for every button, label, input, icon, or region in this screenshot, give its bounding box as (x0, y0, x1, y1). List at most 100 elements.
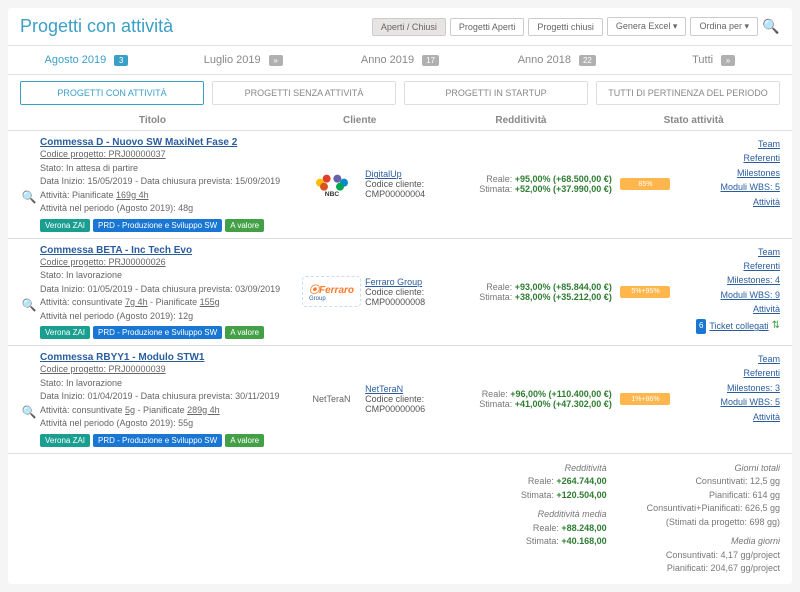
btn-progetti-aperti[interactable]: Progetti Aperti (450, 18, 525, 36)
project-dates: Data Inizio: 01/04/2019 - Data chiusura … (40, 390, 298, 404)
project-stato: Stato: In lavorazione (40, 269, 298, 283)
link-moduli-wbs[interactable]: Moduli WBS: 9 (679, 288, 780, 302)
col-redditivita: Redditività (435, 115, 608, 126)
tag-location[interactable]: Verona ZAI (40, 434, 90, 447)
table-header: Titolo Cliente Redditività Stato attivit… (8, 111, 792, 131)
prof-reale: +96,00% (+110.400,00 €) (510, 389, 612, 399)
link-moduli-wbs[interactable]: Moduli WBS: 5 (679, 395, 780, 409)
link-referenti[interactable]: Referenti (679, 259, 780, 273)
prof-stimata: +41,00% (+47.302,00 €) (515, 399, 612, 409)
client-name[interactable]: DigitalUp (365, 169, 443, 179)
project-code: Codice progetto: PRJ00000037 (40, 148, 298, 162)
btn-aperti-chiusi[interactable]: Aperti / Chiusi (372, 18, 446, 36)
tag-valore[interactable]: A valore (225, 434, 264, 447)
prof-reale: +93,00% (+85.844,00 €) (515, 282, 612, 292)
project-attivita: Attività: Pianificate 169g 4h (40, 189, 298, 203)
project-row: 🔍Commessa RBYY1 - Modulo STW1Codice prog… (8, 346, 792, 454)
project-attivita: Attività: consuntivate 5g - Pianificate … (40, 404, 298, 418)
prof-stimata: +38,00% (+35.212,00 €) (515, 292, 612, 302)
client-name[interactable]: Ferraro Group (365, 277, 443, 287)
page-title: Progetti con attività (20, 16, 173, 37)
project-stato: Stato: In lavorazione (40, 377, 298, 391)
link-attivita[interactable]: Attività (679, 195, 780, 209)
project-links: TeamReferentiMilestones: 3Moduli WBS: 5A… (679, 352, 780, 424)
filter-con-attivita[interactable]: PROGETTI CON ATTIVITÀ (20, 81, 204, 105)
tag-location[interactable]: Verona ZAI (40, 219, 90, 232)
tag-prd[interactable]: PRD - Produzione e Sviluppo SW (93, 434, 222, 447)
project-name[interactable]: Commessa BETA - Inc Tech Evo (40, 245, 298, 256)
project-row: 🔍Commessa D - Nuovo SW MaxiNet Fase 2Cod… (8, 131, 792, 239)
link-referenti[interactable]: Referenti (679, 151, 780, 165)
link-attivita[interactable]: Attività (679, 302, 780, 316)
progress-bar: 1%+86% (620, 393, 670, 405)
link-referenti[interactable]: Referenti (679, 366, 780, 380)
filter-tutti-periodo[interactable]: TUTTI DI PERTINENZA DEL PERIODO (596, 81, 780, 105)
link-team[interactable]: Team (679, 352, 780, 366)
progress-bar: 85% (620, 178, 670, 190)
client-code-label: Codice cliente: (365, 394, 443, 404)
btn-ordina-per[interactable]: Ordina per ▾ (690, 17, 758, 36)
project-row: 🔍Commessa BETA - Inc Tech EvoCodice prog… (8, 239, 792, 347)
link-team[interactable]: Team (679, 245, 780, 259)
project-links: TeamReferentiMilestones: 4Moduli WBS: 9A… (679, 245, 780, 335)
client-code: CMP00000004 (365, 189, 443, 199)
tab-agosto-2019[interactable]: Agosto 20193 (8, 46, 165, 74)
link-milestones[interactable]: Milestones (679, 166, 780, 180)
link-moduli-wbs[interactable]: Moduli WBS: 5 (679, 180, 780, 194)
summary-redditivita: Redditività Reale: +264.744,00 Stimata: … (521, 462, 607, 576)
magnify-icon[interactable]: 🔍 (20, 137, 38, 232)
tag-valore[interactable]: A valore (225, 219, 264, 232)
client-name[interactable]: NetTeraN (365, 384, 443, 394)
project-dates: Data Inizio: 01/05/2019 - Data chiusura … (40, 283, 298, 297)
tab-anno-2019[interactable]: Anno 201917 (322, 46, 479, 74)
tag-location[interactable]: Verona ZAI (40, 326, 90, 339)
tab-luglio-2019[interactable]: Luglio 2019» (165, 46, 322, 74)
summary-giorni: Giorni totali Consuntivati: 12,5 gg Pian… (647, 462, 780, 576)
link-team[interactable]: Team (679, 137, 780, 151)
link-milestones[interactable]: Milestones: 3 (679, 381, 780, 395)
period-tabs: Agosto 20193 Luglio 2019» Anno 201917 An… (8, 45, 792, 75)
summary-footer: Redditività Reale: +264.744,00 Stimata: … (8, 454, 792, 584)
prof-reale: +95,00% (+68.500,00 €) (515, 174, 612, 184)
project-tags: Verona ZAIPRD - Produzione e Sviluppo SW… (40, 326, 298, 339)
link-attivita[interactable]: Attività (679, 410, 780, 424)
prof-stimata: +52,00% (+37.990,00 €) (515, 184, 612, 194)
sort-icon[interactable]: ⇅ (772, 318, 780, 334)
client-code: CMP00000006 (365, 404, 443, 414)
client-code-label: Codice cliente: (365, 287, 443, 297)
tag-prd[interactable]: PRD - Produzione e Sviluppo SW (93, 326, 222, 339)
project-code: Codice progetto: PRJ00000026 (40, 256, 298, 270)
col-stato: Stato attività (607, 115, 780, 126)
project-periodo: Attività nel periodo (Agosto 2019): 12g (40, 310, 298, 324)
magnify-icon[interactable]: 🔍 (20, 245, 38, 340)
tag-valore[interactable]: A valore (225, 326, 264, 339)
client-code: CMP00000008 (365, 297, 443, 307)
project-code: Codice progetto: PRJ00000039 (40, 363, 298, 377)
tab-tutti[interactable]: Tutti» (635, 46, 792, 74)
filter-senza-attivita[interactable]: PROGETTI SENZA ATTIVITÀ (212, 81, 396, 105)
progress-bar: 5%+95% (620, 286, 670, 298)
project-tags: Verona ZAIPRD - Produzione e Sviluppo SW… (40, 434, 298, 447)
filter-startup[interactable]: PROGETTI IN STARTUP (404, 81, 588, 105)
nbc-logo-icon: NBC (312, 169, 352, 199)
tag-prd[interactable]: PRD - Produzione e Sviluppo SW (93, 219, 222, 232)
btn-genera-excel[interactable]: Genera Excel ▾ (607, 17, 687, 36)
ticket-collegati[interactable]: 6Ticket collegati ⇅ (696, 318, 780, 334)
col-titolo: Titolo (20, 115, 285, 126)
magnify-icon[interactable]: 🔍 (20, 352, 38, 447)
link-milestones[interactable]: Milestones: 4 (679, 273, 780, 287)
project-periodo: Attività nel periodo (Agosto 2019): 55g (40, 417, 298, 431)
filter-tabs: PROGETTI CON ATTIVITÀ PROGETTI SENZA ATT… (8, 75, 792, 111)
project-links: TeamReferentiMilestonesModuli WBS: 5Atti… (679, 137, 780, 209)
col-cliente: Cliente (285, 115, 435, 126)
project-name[interactable]: Commessa RBYY1 - Modulo STW1 (40, 352, 298, 363)
ferraro-logo-icon: ⦿FerraroGroup (302, 276, 361, 307)
project-attivita: Attività: consuntivate 7g 4h - Pianifica… (40, 296, 298, 310)
client-logo-text: NetTeraN (313, 394, 351, 404)
client-code-label: Codice cliente: (365, 179, 443, 189)
project-name[interactable]: Commessa D - Nuovo SW MaxiNet Fase 2 (40, 137, 298, 148)
tab-anno-2018[interactable]: Anno 201822 (478, 46, 635, 74)
project-tags: Verona ZAIPRD - Produzione e Sviluppo SW… (40, 219, 298, 232)
search-icon[interactable]: 🔍 (762, 18, 780, 36)
btn-progetti-chiusi[interactable]: Progetti chiusi (528, 18, 603, 36)
